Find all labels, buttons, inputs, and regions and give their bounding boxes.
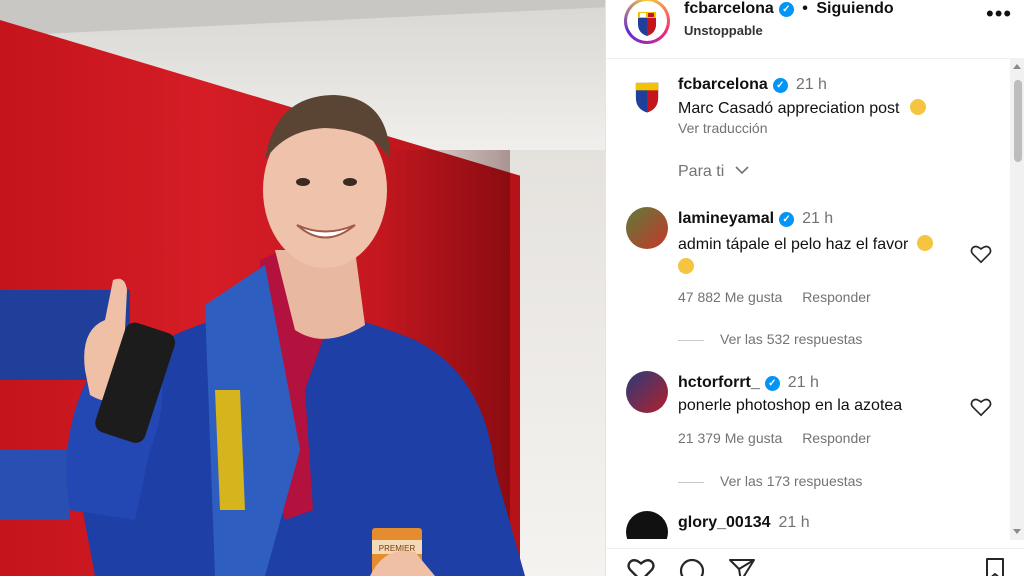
caption-text: Marc Casadó appreciation post xyxy=(678,100,900,117)
comments-scroll-area[interactable]: fcbarcelona ✓ 21 h Marc Casadó appreciatio… xyxy=(606,59,1006,539)
instagram-post-view: PREMIER fcbarcelona ✓ • Siguiendo Unstop… xyxy=(0,0,1024,576)
view-replies-label: Ver las 532 respuestas xyxy=(720,331,863,347)
comment-username[interactable]: hctorforrt_ xyxy=(678,374,760,391)
verified-badge-icon: ✓ xyxy=(778,2,794,17)
sort-label: Para ti xyxy=(678,163,725,180)
fcb-crest-icon xyxy=(630,4,664,38)
chevron-down-icon xyxy=(735,166,749,175)
comments-scrollbar[interactable] xyxy=(1010,58,1024,540)
share-icon[interactable] xyxy=(728,557,756,576)
reply-button[interactable]: Responder xyxy=(802,289,871,305)
comment-text-block: admin tápale el pelo haz el favor xyxy=(678,233,968,279)
view-replies-link[interactable]: Ver las 532 respuestas xyxy=(678,331,862,347)
crying-emoji-icon xyxy=(678,258,694,274)
comment-avatar[interactable] xyxy=(626,371,668,413)
post-header: fcbarcelona ✓ • Siguiendo Unstoppable ••• xyxy=(606,0,1024,59)
verified-badge-icon: ✓ xyxy=(764,376,780,391)
comment-text: ponerle photoshop en la azotea xyxy=(678,397,903,414)
fcb-crest-icon xyxy=(626,73,668,115)
comment-time[interactable]: 21 h xyxy=(788,374,819,391)
comment-likes[interactable]: 47 882 Me gusta xyxy=(678,289,782,305)
replies-divider xyxy=(678,481,704,483)
scrollbar-thumb[interactable] xyxy=(1014,80,1022,162)
following-button[interactable]: Siguiendo xyxy=(816,0,893,17)
comment-avatar[interactable] xyxy=(626,511,668,539)
comment-text: admin tápale el pelo haz el favor xyxy=(678,236,909,253)
caption-avatar[interactable] xyxy=(626,73,668,115)
comment-meta: 47 882 Me gusta Responder xyxy=(678,289,871,305)
comment-username[interactable]: lamineyamal xyxy=(678,210,774,227)
post-action-bar xyxy=(606,548,1024,576)
caption-text-line: Marc Casadó appreciation post xyxy=(678,99,926,118)
caption-time[interactable]: 21 h xyxy=(796,76,827,93)
caption-header: fcbarcelona ✓ 21 h xyxy=(678,76,827,94)
post-side-panel: fcbarcelona ✓ • Siguiendo Unstoppable •••… xyxy=(605,0,1024,576)
replies-divider xyxy=(678,339,704,341)
more-options-icon[interactable]: ••• xyxy=(986,3,1012,25)
view-replies-link[interactable]: Ver las 173 respuestas xyxy=(678,473,862,489)
verified-badge-icon: ✓ xyxy=(772,78,788,93)
comment-meta: 21 379 Me gusta Responder xyxy=(678,430,871,446)
reply-button[interactable]: Responder xyxy=(802,430,871,446)
comment-username[interactable]: glory_00134 xyxy=(678,514,771,531)
comment-bubble-icon[interactable] xyxy=(678,557,706,576)
author-avatar-ring[interactable] xyxy=(624,0,670,44)
like-heart-icon[interactable] xyxy=(970,397,992,417)
post-subtitle[interactable]: Unstoppable xyxy=(684,23,763,38)
save-bookmark-icon[interactable] xyxy=(984,557,1006,576)
comment-likes[interactable]: 21 379 Me gusta xyxy=(678,430,782,446)
crying-emoji-icon xyxy=(916,235,933,251)
comment-time[interactable]: 21 h xyxy=(802,210,833,227)
comment-header: glory_00134 21 h xyxy=(678,514,810,532)
author-username[interactable]: fcbarcelona xyxy=(684,0,774,17)
header-separator: • xyxy=(802,0,808,17)
comment-header: lamineyamal ✓ 21 h xyxy=(678,210,833,228)
emoji-icon xyxy=(909,99,926,115)
verified-badge-icon: ✓ xyxy=(779,212,795,227)
view-replies-label: Ver las 173 respuestas xyxy=(720,473,863,489)
player-figure: PREMIER xyxy=(66,95,525,576)
like-heart-icon[interactable] xyxy=(626,557,656,576)
caption-username[interactable]: fcbarcelona xyxy=(678,76,768,93)
scroll-up-arrow-icon[interactable] xyxy=(1013,64,1021,69)
like-heart-icon[interactable] xyxy=(970,244,992,264)
see-translation-link[interactable]: Ver traducción xyxy=(678,120,768,136)
sort-dropdown[interactable]: Para ti xyxy=(678,163,749,181)
post-photo[interactable]: PREMIER xyxy=(0,0,605,576)
comment-avatar[interactable] xyxy=(626,207,668,249)
comment-header: hctorforrt_ ✓ 21 h xyxy=(678,374,819,392)
header-user-line: fcbarcelona ✓ • Siguiendo xyxy=(684,0,894,18)
scroll-down-arrow-icon[interactable] xyxy=(1013,529,1021,534)
comment-time[interactable]: 21 h xyxy=(779,514,810,531)
